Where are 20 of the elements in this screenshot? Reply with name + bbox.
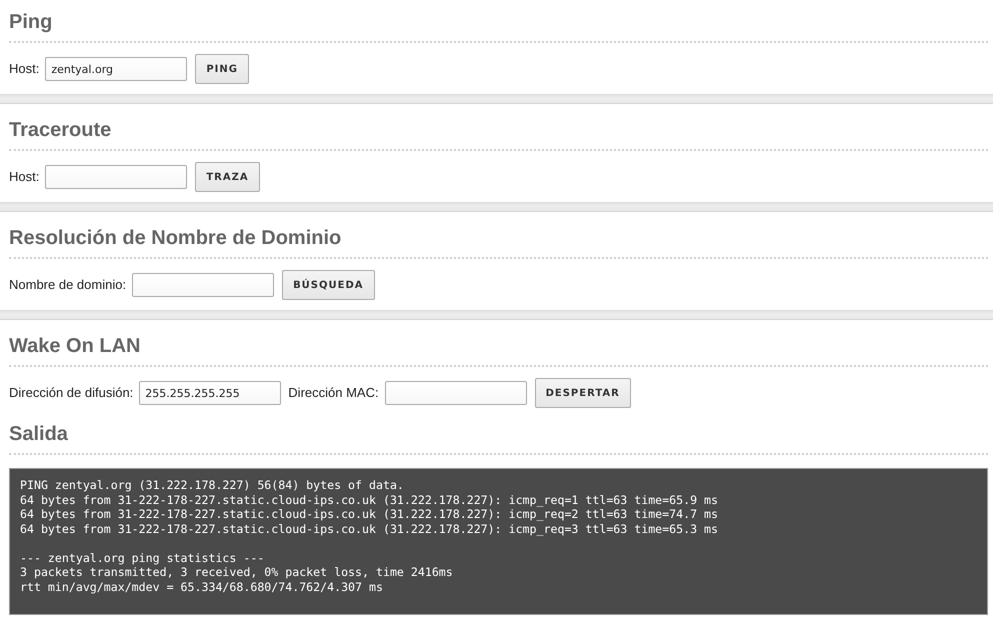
text-field[interactable] bbox=[384, 381, 527, 405]
section-heading: Resolución de Nombre de Dominio bbox=[9, 226, 988, 259]
field-label: Dirección MAC: bbox=[288, 384, 379, 402]
field-label: Dirección de difusión: bbox=[9, 384, 134, 402]
text-field[interactable]: zentyal.org bbox=[45, 57, 188, 81]
action-button[interactable]: DESPERTAR bbox=[534, 378, 631, 408]
section-heading: Wake On LAN bbox=[9, 334, 988, 367]
section-heading: Ping bbox=[9, 10, 988, 43]
output-console: PING zentyal.org (31.222.178.227) 56(84) bytes of data. 64 bytes from 31-222-178-227.static.cloud-ips.co.uk (31.222.178.227): icmp_req=1 ttl=63 time=65.9 ms 64 bytes from 31-222-178-227.static.cloud-ips.co.uk (31.222.178.227): icmp_req=2 ttl=63 time=74.7 ms 64 bytes from 31-222-178-227.static.cloud-ips.co.uk (31.222.178.227): icmp_req=3 ttl=63 time=65.3 ms --- zentyal.org ping statistics --- 3 packets transmitted, 3 received, 0% packet loss, time 2416ms rtt min/avg/max/mdev = 65.334/68.680/74.762/4.307 ms bbox=[9, 468, 988, 615]
section-heading: Salida bbox=[9, 422, 988, 455]
text-field[interactable]: 255.255.255.255 bbox=[139, 381, 282, 405]
text-field[interactable] bbox=[45, 165, 188, 189]
section-heading: Traceroute bbox=[9, 118, 988, 151]
action-button[interactable]: PING bbox=[195, 54, 249, 84]
field-label: Host: bbox=[9, 60, 40, 78]
text-field[interactable] bbox=[132, 273, 274, 297]
action-button[interactable]: TRAZA bbox=[195, 162, 260, 192]
action-button[interactable]: BÚSQUEDA bbox=[282, 270, 374, 300]
field-label: Nombre de dominio: bbox=[9, 276, 126, 294]
field-label: Host: bbox=[9, 168, 40, 186]
